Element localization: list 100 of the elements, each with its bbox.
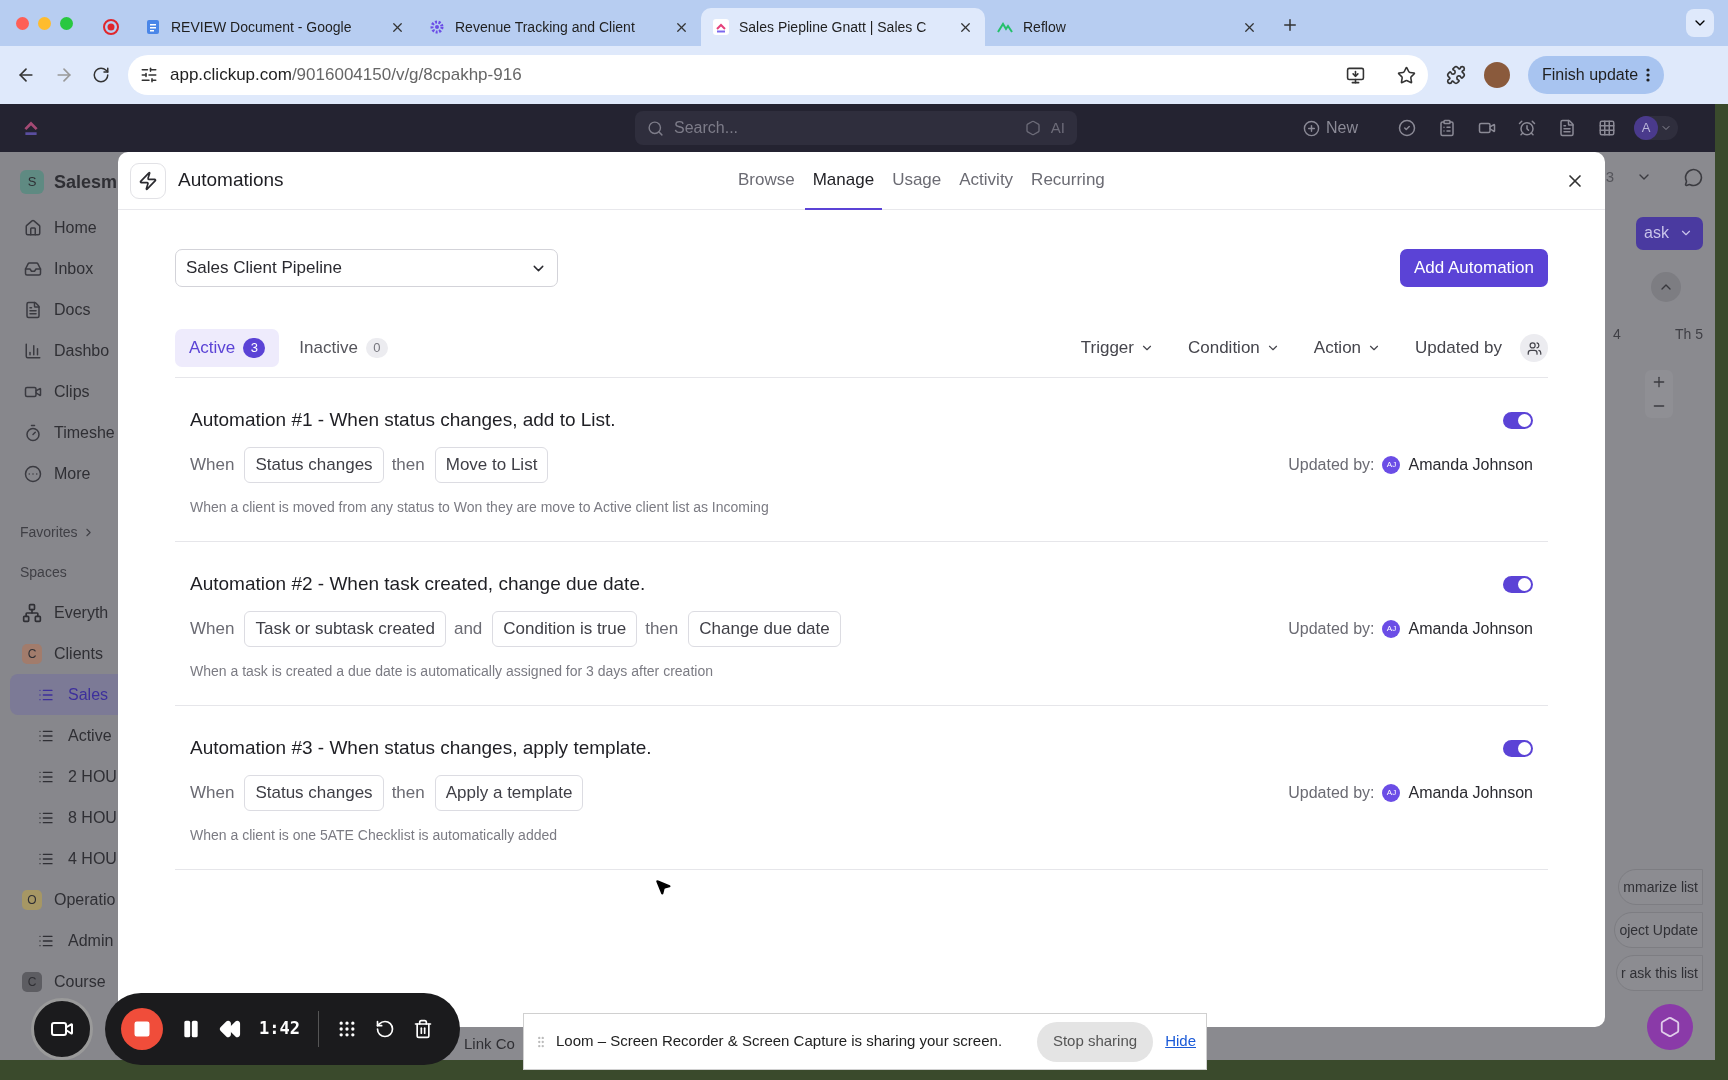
zoom-in-icon[interactable] [1651, 374, 1667, 390]
add-automation-button[interactable]: Add Automation [1399, 249, 1548, 287]
user-filter-button[interactable] [1520, 334, 1548, 362]
user-menu[interactable]: A [1634, 116, 1678, 140]
tab-search-button[interactable] [1686, 9, 1714, 37]
list-select[interactable]: Sales Client Pipeline [175, 249, 558, 287]
comment-icon[interactable] [1684, 167, 1703, 187]
spaces-header: Spaces [19, 562, 68, 582]
step-chip[interactable]: Status changes [244, 774, 384, 811]
alarm-clock-icon[interactable] [1518, 119, 1536, 137]
finish-update-button[interactable]: Finish update [1528, 56, 1665, 94]
favorites-header[interactable]: Favorites [0, 512, 130, 552]
sidebar-nav-item[interactable]: Clips [0, 371, 130, 412]
new-tab-icon[interactable] [1281, 16, 1299, 34]
restart-icon[interactable] [374, 1019, 395, 1039]
stop-sharing-button[interactable]: Stop sharing [1036, 1021, 1154, 1062]
pause-icon[interactable] [181, 1019, 201, 1039]
step-chip[interactable]: Task or subtask created [244, 610, 446, 647]
dialog-tab[interactable]: Activity [951, 152, 1022, 210]
profile-avatar[interactable] [1484, 62, 1510, 88]
space-item[interactable]: Everyth [0, 592, 130, 633]
workspace-name: Salesm [54, 170, 118, 194]
browser-tab[interactable]: Sales Piepline Gnatt | Sales C [701, 8, 985, 46]
hide-link[interactable]: Hide [1165, 1030, 1196, 1053]
filter-dropdown[interactable]: Trigger [1080, 335, 1154, 361]
user-avatar: AJ [1382, 455, 1401, 474]
new-button[interactable]: New [1303, 116, 1358, 140]
toggle-switch[interactable] [1503, 575, 1533, 593]
ai-label: AI [1050, 117, 1065, 138]
sidebar-nav-item[interactable]: Dashbo [0, 330, 130, 371]
add-task-button[interactable]: ask [1636, 216, 1703, 250]
step-chip[interactable]: Status changes [244, 446, 384, 483]
updated-by-filter[interactable]: Updated by [1415, 335, 1502, 361]
reload-icon[interactable] [92, 66, 110, 84]
step-connector: When [190, 453, 235, 476]
toggle-switch[interactable] [1503, 411, 1533, 429]
stop-recording-button[interactable] [121, 1008, 163, 1050]
browser-tab[interactable]: REVIEW Document - Google [133, 8, 417, 46]
extensions-icon[interactable] [1446, 65, 1466, 85]
app-logo-icon [22, 119, 40, 137]
users-icon [1526, 340, 1542, 356]
address-bar[interactable]: app.clickup.com/9016004150/v/g/8cpakhp-916 [128, 55, 1428, 95]
suggestion-chip[interactable]: oject Update [1614, 912, 1703, 948]
site-settings-icon[interactable] [140, 66, 158, 84]
apps-grid-icon[interactable] [1598, 119, 1616, 137]
filter-dropdown[interactable]: Condition [1187, 335, 1280, 361]
list-item[interactable]: Active [10, 715, 130, 756]
status-tab[interactable]: Active 3 [175, 329, 280, 367]
browser-tab[interactable]: Reflow [985, 8, 1269, 46]
more-icon [1646, 68, 1651, 82]
record-icon [103, 19, 119, 35]
dialog-tab[interactable]: Usage [884, 152, 950, 210]
step-chip[interactable]: Move to List [434, 446, 549, 483]
updated-by-label: Updated by: [1288, 782, 1375, 803]
dialog-tab[interactable]: Browse [730, 152, 803, 210]
list-item[interactable]: Admin [10, 920, 130, 961]
more-icon [24, 464, 42, 483]
workspace-avatar: S [20, 170, 44, 194]
filter-dropdown[interactable]: Action [1313, 335, 1382, 361]
dialog-tab[interactable]: Recurring [1023, 152, 1113, 210]
trash-icon[interactable] [412, 1019, 433, 1039]
suggestion-chip[interactable]: r ask this list [1616, 955, 1703, 991]
sidebar-nav-item[interactable]: Docs [0, 289, 130, 330]
link-text[interactable]: Link Co [464, 1033, 515, 1056]
updated-by-label: Updated by: [1288, 618, 1375, 639]
clipboard-icon[interactable] [1438, 119, 1456, 137]
timer-icon [24, 423, 42, 442]
plus-circle-icon [1303, 119, 1320, 137]
day-label: Th 5 [1675, 324, 1703, 344]
step-chip[interactable]: Change due date [688, 610, 841, 647]
step-chip[interactable]: Apply a template [434, 774, 584, 811]
user-name: Amanda Johnson [1408, 454, 1533, 475]
list-item[interactable]: 2 HOU [10, 756, 130, 797]
suggestion-chip[interactable]: mmarize list [1618, 869, 1703, 905]
step-chip[interactable]: Condition is true [492, 610, 638, 647]
recording-time: 1:42 [259, 1017, 300, 1041]
document-icon[interactable] [1558, 119, 1576, 137]
check-icon[interactable] [1398, 119, 1416, 137]
toggle-switch[interactable] [1503, 739, 1533, 757]
sidebar-nav-item[interactable]: Inbox [0, 248, 130, 289]
sidebar-nav-item[interactable]: Home [0, 207, 130, 248]
ai-assistant-button[interactable] [1647, 1004, 1693, 1050]
sidebar-nav-item[interactable]: Timeshe [0, 412, 130, 453]
space-item[interactable]: C Clients [0, 633, 130, 674]
rewind-icon[interactable] [219, 1018, 241, 1040]
list-item[interactable]: 8 HOU [10, 797, 130, 838]
search-field[interactable]: Search... AI [635, 111, 1077, 145]
install-icon[interactable] [1346, 65, 1365, 85]
list-item[interactable]: 4 HOU [10, 838, 130, 879]
space-avatar: C [22, 643, 42, 664]
user-avatar: A [1634, 116, 1658, 140]
bookmark-icon[interactable] [1397, 65, 1416, 85]
dialog-tab[interactable]: Manage [804, 152, 883, 210]
step-connector: then [391, 453, 425, 476]
sidebar-nav-item[interactable]: More [0, 453, 130, 494]
space-item[interactable]: O Operatio [0, 879, 130, 920]
automation-description: When a task is created a due date is automatically assigned for 3 days after creation [190, 661, 714, 681]
url-text: app.clickup.com/9016004150/v/g/8cpakhp-916 [170, 64, 523, 87]
status-tab[interactable]: Inactive 0 [285, 329, 402, 367]
browser-tab[interactable]: Revenue Tracking and Client [417, 8, 701, 46]
